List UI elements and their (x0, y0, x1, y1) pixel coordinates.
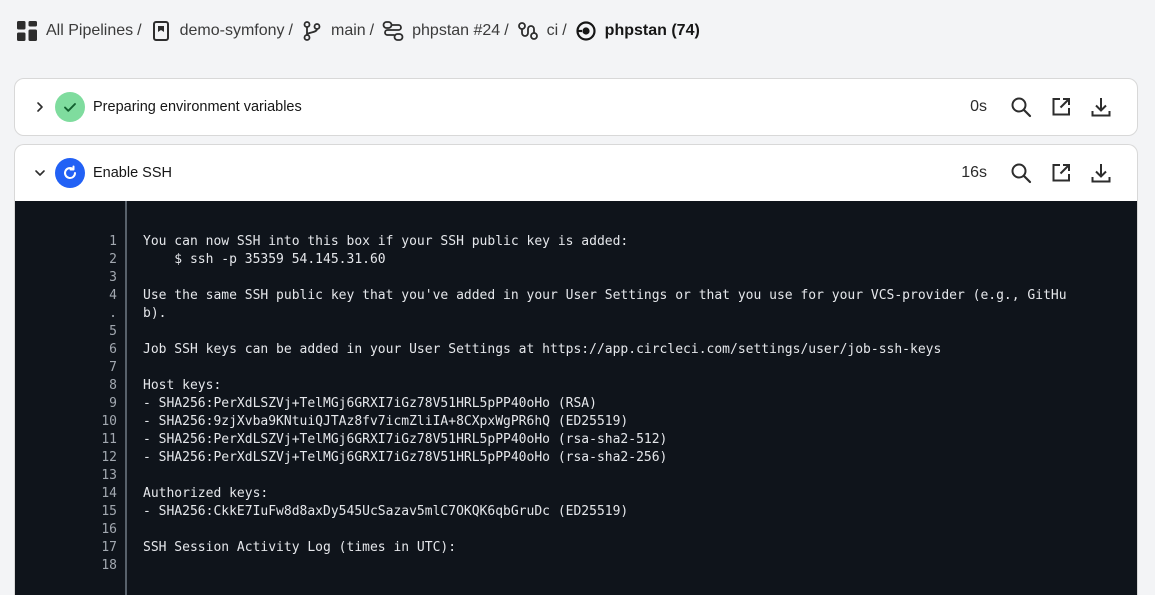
line-number: . (109, 306, 117, 321)
search-icon[interactable] (1001, 87, 1041, 127)
workflow-icon (382, 20, 404, 42)
line-number: 6 (109, 342, 117, 357)
terminal-line: 9 - SHA256:PerXdLSZVj+TelMGj6GRXI7iGz78V5… (15, 395, 1137, 413)
terminal-line: 5 (15, 323, 1137, 341)
step-enable-ssh: Enable SSH 16s 1 You can now SSH into thi… (14, 144, 1138, 595)
breadcrumb-separator: / (504, 22, 509, 39)
terminal-line: 10 - SHA256:9zjXvba9KNtuiQJTAz8fv7icmZliI… (15, 413, 1137, 431)
breadcrumb-branch[interactable]: main / (301, 20, 382, 42)
terminal-line: 2 $ ssh -p 35359 54.145.31.60 (15, 251, 1137, 269)
step-preparing-env: Preparing environment variables 0s (14, 78, 1138, 136)
terminal-line: 18 (15, 557, 1137, 575)
line-text: You can now SSH into this box if your SS… (143, 234, 629, 249)
download-icon[interactable] (1081, 87, 1121, 127)
terminal-line: 15 - SHA256:CkkE7IuFw8d8axDy545UcSazav5ml… (15, 503, 1137, 521)
line-number: 7 (109, 360, 117, 375)
search-icon[interactable] (1001, 153, 1041, 193)
line-number: 10 (101, 414, 117, 429)
terminal-line: 16 (15, 521, 1137, 539)
line-number: 15 (101, 504, 117, 519)
breadcrumb-separator: / (369, 22, 375, 39)
step-duration: 16s (961, 164, 987, 181)
line-number: 3 (109, 270, 117, 285)
terminal-line: 3 (15, 269, 1137, 287)
step-header[interactable]: Preparing environment variables 0s (15, 79, 1137, 135)
line-text: SSH Session Activity Log (times in UTC): (143, 540, 457, 555)
line-text: Job SSH keys can be added in your User S… (143, 342, 942, 357)
external-link-icon[interactable] (1041, 153, 1081, 193)
terminal-lines: 1 You can now SSH into this box if your S… (15, 233, 1137, 575)
job-icon (517, 20, 539, 42)
step-header[interactable]: Enable SSH 16s (15, 145, 1137, 201)
step-duration: 0s (970, 98, 987, 115)
breadcrumb-label: demo-symfony (179, 22, 285, 39)
breadcrumb-label: phpstan #24 (412, 22, 501, 39)
line-number: 8 (109, 378, 117, 393)
build-icon (575, 20, 597, 42)
terminal-line: 14 Authorized keys: (15, 485, 1137, 503)
line-number: 2 (109, 252, 117, 267)
breadcrumb-separator: / (562, 22, 567, 39)
terminal-line: 7 (15, 359, 1137, 377)
running-icon (55, 158, 85, 188)
line-number: 12 (101, 450, 117, 465)
breadcrumb: All Pipelines / demo-symfony / main / ph… (16, 18, 700, 44)
step-title: Enable SSH (93, 165, 172, 181)
line-text: - SHA256:PerXdLSZVj+TelMGj6GRXI7iGz78V51… (143, 432, 668, 447)
line-text: $ ssh -p 35359 54.145.31.60 (143, 252, 386, 267)
chevron-down-icon[interactable] (33, 166, 47, 180)
line-number: 1 (109, 234, 117, 249)
line-number: 4 (109, 288, 117, 303)
success-check-icon (55, 92, 85, 122)
line-number: 14 (101, 486, 117, 501)
line-text: - SHA256:PerXdLSZVj+TelMGj6GRXI7iGz78V51… (143, 450, 668, 465)
external-link-icon[interactable] (1041, 87, 1081, 127)
line-number: 16 (101, 522, 117, 537)
grid-icon (16, 20, 38, 42)
breadcrumb-project[interactable]: demo-symfony / (150, 20, 301, 42)
line-text: - SHA256:PerXdLSZVj+TelMGj6GRXI7iGz78V51… (143, 396, 597, 411)
breadcrumb-label: phpstan (74) (604, 22, 700, 39)
breadcrumb-label: ci (546, 22, 559, 39)
line-number: 13 (101, 468, 117, 483)
breadcrumb-job: phpstan (74) (575, 20, 700, 42)
line-number: 9 (109, 396, 117, 411)
line-text: Authorized keys: (143, 486, 269, 501)
line-text: b). (143, 306, 167, 321)
terminal-line: 4 Use the same SSH public key that you've… (15, 287, 1137, 305)
terminal-line: 1 You can now SSH into this box if your S… (15, 233, 1137, 251)
breadcrumb-label: All Pipelines (46, 22, 134, 39)
line-number: 17 (101, 540, 117, 555)
breadcrumb-separator: / (288, 22, 293, 39)
terminal-output[interactable]: 1 You can now SSH into this box if your S… (15, 201, 1137, 595)
line-text: - SHA256:CkkE7IuFw8d8axDy545UcSazav5mlC7… (143, 504, 629, 519)
line-text: Use the same SSH public key that you've … (143, 288, 1067, 303)
branch-icon (301, 20, 323, 42)
breadcrumb-all-pipelines[interactable]: All Pipelines / (16, 20, 150, 42)
terminal-line: . b). (15, 305, 1137, 323)
repo-icon (150, 20, 172, 42)
terminal-line: 17 SSH Session Activity Log (times in UTC… (15, 539, 1137, 557)
breadcrumb-pipeline[interactable]: phpstan #24 / (382, 20, 517, 42)
terminal-line: 11 - SHA256:PerXdLSZVj+TelMGj6GRXI7iGz78V… (15, 431, 1137, 449)
terminal-line: 13 (15, 467, 1137, 485)
breadcrumb-label: main (330, 22, 366, 39)
line-number: 18 (101, 558, 117, 573)
line-number: 5 (109, 324, 117, 339)
step-title: Preparing environment variables (93, 99, 302, 115)
terminal-line: 12 - SHA256:PerXdLSZVj+TelMGj6GRXI7iGz78V… (15, 449, 1137, 467)
terminal-line: 8 Host keys: (15, 377, 1137, 395)
chevron-right-icon[interactable] (33, 100, 47, 114)
breadcrumb-workflow[interactable]: ci / (517, 20, 575, 42)
breadcrumb-separator: / (137, 22, 142, 39)
line-text: Host keys: (143, 378, 222, 393)
line-number: 11 (101, 432, 117, 447)
download-icon[interactable] (1081, 153, 1121, 193)
terminal-line: 6 Job SSH keys can be added in your User … (15, 341, 1137, 359)
line-text: - SHA256:9zjXvba9KNtuiQJTAz8fv7icmZliIA+… (143, 414, 629, 429)
